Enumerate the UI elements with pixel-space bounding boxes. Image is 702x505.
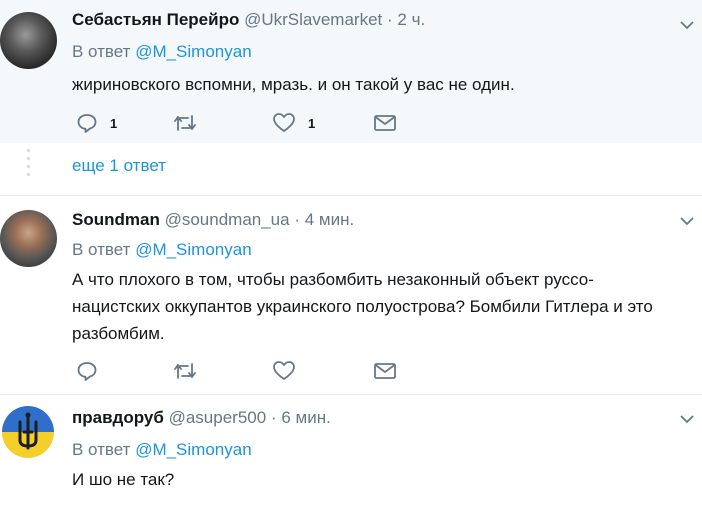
timestamp[interactable]: 4 мин. xyxy=(305,210,354,229)
tweet-text-line: А что плохого в том, чтобы разбомбить не… xyxy=(72,270,594,289)
separator-dot: · xyxy=(294,210,300,229)
envelope-icon xyxy=(374,115,396,131)
separator-dot: · xyxy=(387,10,393,29)
tweet-card-2[interactable]: Soundman @soundman_ua · 4 мин. В ответ @… xyxy=(0,196,702,394)
like-count: 1 xyxy=(308,115,316,131)
heart-icon xyxy=(273,361,295,380)
reply-mention[interactable]: @M_Simonyan xyxy=(135,42,251,61)
reply-prefix: В ответ xyxy=(72,42,131,61)
direct-message-button[interactable] xyxy=(373,359,397,383)
chevron-down-icon[interactable] xyxy=(680,20,694,30)
reply-button[interactable]: 1 xyxy=(76,111,117,135)
envelope-icon xyxy=(374,363,396,379)
tweet-text: А что плохого в том, чтобы разбомбить не… xyxy=(72,266,672,347)
like-button[interactable] xyxy=(272,359,296,383)
user-handle[interactable]: @asuper500 xyxy=(169,408,267,427)
reply-context: В ответ @M_Simonyan xyxy=(72,440,252,460)
retweet-button[interactable] xyxy=(172,111,198,135)
tweet-card-1[interactable]: Себастьян Перейро @UkrSlavemarket · 2 ч.… xyxy=(0,0,702,143)
direct-message-button[interactable] xyxy=(373,111,397,135)
tweet-text-line: разбомбим. xyxy=(72,324,165,343)
reply-mention[interactable]: @M_Simonyan xyxy=(135,240,251,259)
retweet-icon xyxy=(174,115,196,131)
action-bar: 1 1 xyxy=(72,111,432,135)
retweet-icon xyxy=(174,363,196,379)
reply-context: В ответ @M_Simonyan xyxy=(72,240,252,260)
thread-dots xyxy=(26,149,32,179)
action-bar xyxy=(72,359,432,383)
reply-mention[interactable]: @M_Simonyan xyxy=(135,440,251,459)
user-handle[interactable]: @UkrSlavemarket xyxy=(244,10,382,29)
tweet-text: жириновского вспомни, мразь. и он такой … xyxy=(72,75,515,94)
more-replies-link[interactable]: еще 1 ответ xyxy=(72,156,166,176)
reply-button[interactable] xyxy=(76,359,98,383)
display-name[interactable]: Soundman xyxy=(72,210,160,229)
tweet-header: Soundman @soundman_ua · 4 мин. xyxy=(72,210,354,230)
reply-icon xyxy=(77,114,97,133)
reply-icon xyxy=(77,362,97,381)
reply-prefix: В ответ xyxy=(72,240,131,259)
display-name[interactable]: правдоруб xyxy=(72,408,164,427)
tweet-text: И шо не так? xyxy=(72,470,175,489)
heart-icon xyxy=(273,113,295,132)
reply-context: В ответ @M_Simonyan xyxy=(72,42,252,62)
reply-prefix: В ответ xyxy=(72,440,131,459)
display-name[interactable]: Себастьян Перейро xyxy=(72,10,239,29)
trident-icon xyxy=(18,412,38,450)
tweet-header: Себастьян Перейро @UkrSlavemarket · 2 ч. xyxy=(72,10,425,30)
avatar[interactable] xyxy=(0,12,57,69)
tweet-card-3[interactable]: правдоруб @asuper500 · 6 мин. В ответ @M… xyxy=(0,394,702,505)
avatar[interactable] xyxy=(0,210,57,267)
separator-dot: · xyxy=(270,408,277,427)
timestamp[interactable]: 6 мин. xyxy=(281,408,330,427)
avatar[interactable] xyxy=(2,406,54,458)
tweet-text-line: нацистских оккупантов украинского полуос… xyxy=(72,297,653,316)
chevron-down-icon[interactable] xyxy=(680,414,694,424)
retweet-button[interactable] xyxy=(172,359,198,383)
tweet-header: правдоруб @asuper500 · 6 мин. xyxy=(72,408,331,428)
like-button[interactable]: 1 xyxy=(272,111,315,135)
show-more-replies: еще 1 ответ xyxy=(0,143,702,196)
reply-count: 1 xyxy=(110,115,118,131)
user-handle[interactable]: @soundman_ua xyxy=(165,210,290,229)
chevron-down-icon[interactable] xyxy=(680,216,694,226)
timestamp[interactable]: 2 ч. xyxy=(397,10,425,29)
